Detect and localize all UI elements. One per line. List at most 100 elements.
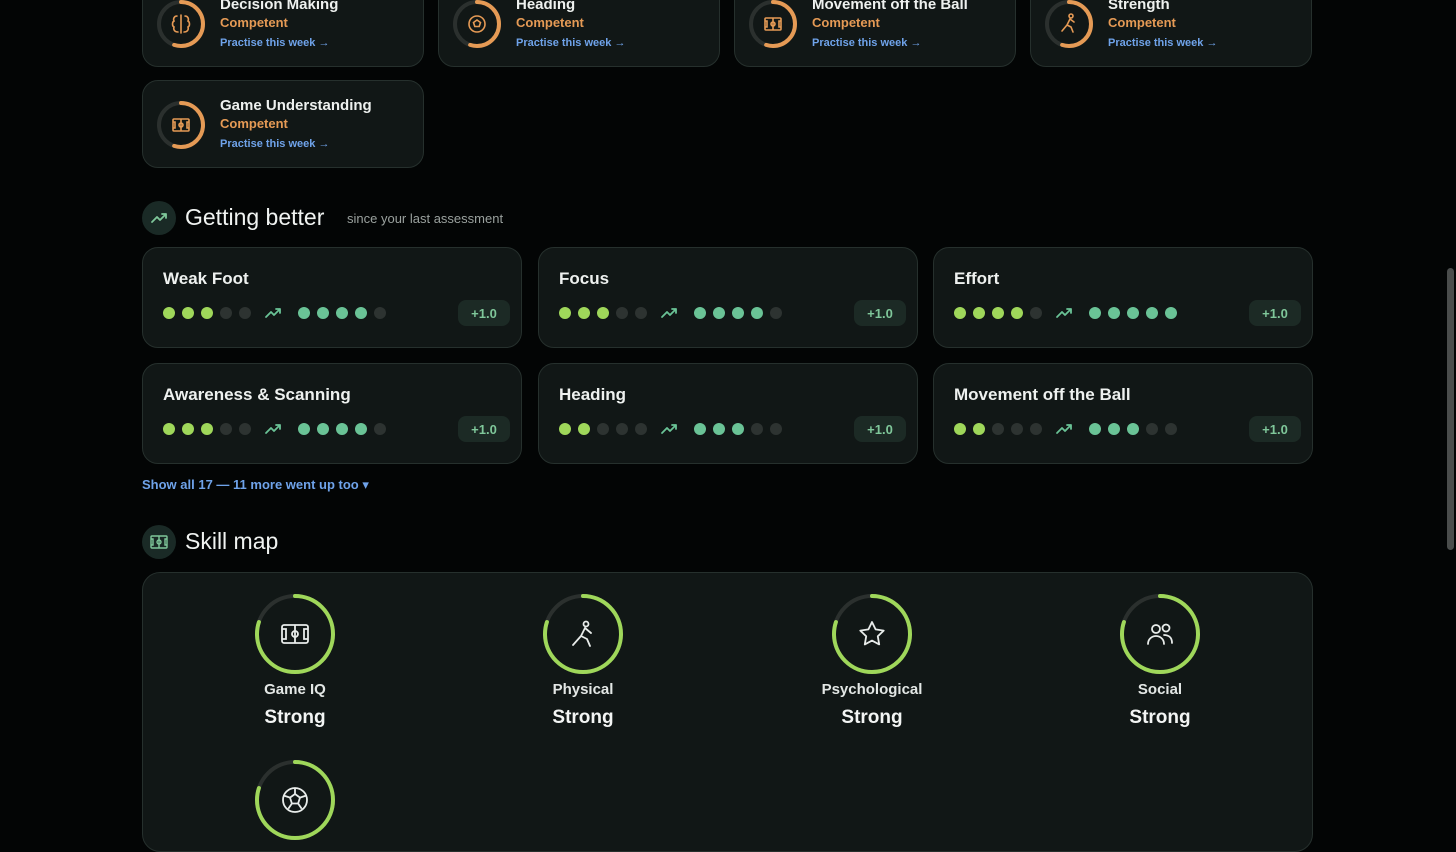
rating-dot-empty <box>1165 423 1177 435</box>
before-rating <box>559 423 647 435</box>
practise-link[interactable]: Practise this week → <box>1108 37 1217 49</box>
skill-category-level: Strong <box>841 707 903 728</box>
runner-icon <box>1061 13 1075 33</box>
rating-dot-empty <box>374 307 386 319</box>
rating-dot-filled <box>298 423 310 435</box>
rating-dot-filled <box>1165 307 1177 319</box>
focus-card-game-understanding[interactable]: Game Understanding Competent Practise th… <box>142 80 424 168</box>
rating-dot-empty <box>1011 423 1023 435</box>
star-icon <box>859 621 885 646</box>
skill-category-name: Psychological <box>821 681 923 698</box>
practise-link[interactable]: Practise this week → <box>812 37 921 49</box>
rating-dot-filled <box>992 307 1004 319</box>
focus-card-heading[interactable]: Heading Competent Practise this week → <box>438 0 720 67</box>
skill-social[interactable]: Social Strong <box>1090 592 1230 729</box>
rating-dot-empty <box>220 423 232 435</box>
progress-card[interactable]: Weak Foot +1.0 <box>142 247 522 348</box>
rating-dot-filled <box>597 307 609 319</box>
rating-dot-empty <box>770 307 782 319</box>
practise-link[interactable]: Practise this week → <box>220 138 329 150</box>
rating-dot-filled <box>163 307 175 319</box>
before-rating <box>163 423 251 435</box>
after-rating <box>694 307 782 319</box>
rating-dot-filled <box>751 307 763 319</box>
focus-level: Competent <box>220 116 288 131</box>
skill-category-name: Game IQ <box>264 681 326 698</box>
rating-dot-filled <box>355 423 367 435</box>
skill-name: Movement off the Ball <box>954 385 1131 404</box>
rating-dot-filled <box>163 423 175 435</box>
skill-physical[interactable]: Physical Strong <box>513 592 653 729</box>
pitch-icon <box>764 17 782 31</box>
rating-dot-empty <box>992 423 1004 435</box>
skill-technical[interactable] <box>225 758 365 851</box>
progress-ring <box>747 0 799 50</box>
focus-title: Game Understanding <box>220 97 372 114</box>
skill-name: Weak Foot <box>163 269 249 288</box>
focus-card-movement-off-the-ball[interactable]: Movement off the Ball Competent Practise… <box>734 0 1016 67</box>
rating-dot-empty <box>616 307 628 319</box>
rating-dot-empty <box>751 423 763 435</box>
trend-up-icon <box>265 424 281 434</box>
rating-dot-filled <box>1108 423 1120 435</box>
rating-dot-filled <box>1089 423 1101 435</box>
focus-level: Competent <box>1108 15 1176 30</box>
progress-card[interactable]: Movement off the Ball +1.0 <box>933 363 1313 464</box>
focus-card-strength[interactable]: Strength Competent Practise this week → <box>1030 0 1312 67</box>
rating-dot-filled <box>973 307 985 319</box>
delta-badge: +1.0 <box>458 416 510 442</box>
focus-title: Decision Making <box>220 0 339 13</box>
rating-dot-empty <box>239 307 251 319</box>
rating-dot-filled <box>317 307 329 319</box>
trend-up-icon <box>661 308 677 318</box>
progress-card[interactable]: Effort +1.0 <box>933 247 1313 348</box>
football-icon <box>282 787 308 813</box>
skill-ring <box>541 592 625 676</box>
progress-ring <box>155 99 207 151</box>
skill-category-name: Physical <box>552 681 614 698</box>
before-rating <box>954 423 1042 435</box>
practise-link[interactable]: Practise this week → <box>220 37 329 49</box>
section-title-skill-map: Skill map <box>185 528 279 554</box>
after-rating <box>298 423 386 435</box>
rating-dot-filled <box>336 307 348 319</box>
rating-dot-empty <box>1030 423 1042 435</box>
rating-dot-empty <box>770 423 782 435</box>
focus-title: Strength <box>1108 0 1170 13</box>
show-all-link[interactable]: Show all 17 — 11 more went up too ▾ <box>142 477 369 493</box>
section-title-getting-better: Getting better <box>185 204 325 230</box>
skill-name: Heading <box>559 385 627 404</box>
progress-card[interactable]: Focus +1.0 <box>538 247 918 348</box>
progress-card[interactable]: Awareness & Scanning +1.0 <box>142 363 522 464</box>
rating-dot-filled <box>201 307 213 319</box>
rating-dot-empty <box>635 423 647 435</box>
brain-icon <box>171 14 191 34</box>
skill-game-iq[interactable]: Game IQ Strong <box>225 592 365 729</box>
rating-dot-filled <box>559 423 571 435</box>
skill-ring <box>253 758 337 842</box>
trend-up-icon <box>265 308 281 318</box>
skill-psychological[interactable]: Psychological Strong <box>802 592 942 729</box>
rating-dot-filled <box>954 307 966 319</box>
progress-ring <box>451 0 503 50</box>
delta-badge: +1.0 <box>458 300 510 326</box>
delta-badge: +1.0 <box>1249 300 1301 326</box>
rating-dot-empty <box>374 423 386 435</box>
page-scrollbar[interactable] <box>1447 268 1454 550</box>
focus-title: Heading <box>516 0 576 13</box>
rating-dot-filled <box>201 423 213 435</box>
progress-card[interactable]: Heading +1.0 <box>538 363 918 464</box>
progress-ring <box>155 0 207 50</box>
trend-up-icon <box>1056 424 1072 434</box>
practise-link[interactable]: Practise this week → <box>516 37 625 49</box>
skill-name: Awareness & Scanning <box>163 385 351 404</box>
before-rating <box>559 307 647 319</box>
rating-dot-filled <box>182 307 194 319</box>
delta-badge: +1.0 <box>854 300 906 326</box>
rating-dot-filled <box>1108 307 1120 319</box>
focus-card-decision-making[interactable]: Decision Making Competent Practise this … <box>142 0 424 67</box>
rating-dot-filled <box>1127 423 1139 435</box>
rating-dot-filled <box>694 423 706 435</box>
pitch-icon <box>172 118 190 132</box>
skill-map-panel: Game IQ Strong Physical Strong Psycholog… <box>142 572 1313 852</box>
